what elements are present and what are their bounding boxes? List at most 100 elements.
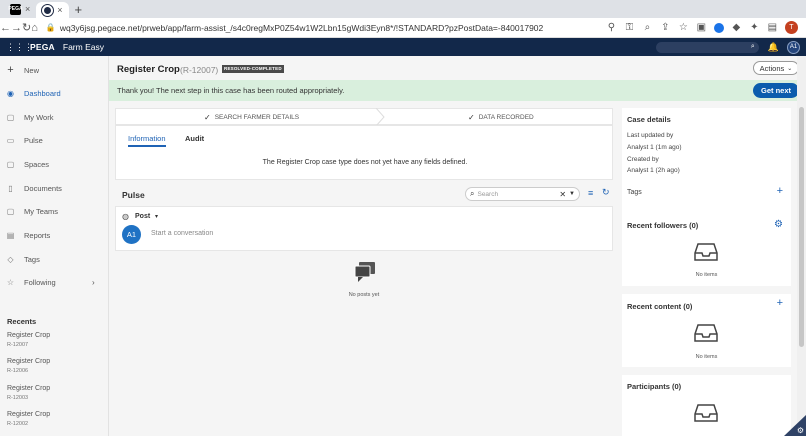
sidebar-item-my-work[interactable]: ▢ My Work [6, 113, 54, 122]
no-fields-message: The Register Crop case type does not yet… [262, 159, 468, 166]
stage-label: DATA RECORDED [478, 114, 534, 121]
refresh-icon[interactable]: ↻ [602, 187, 610, 198]
teams-icon: ▢ [6, 207, 15, 216]
sidebar-item-spaces[interactable]: ▢ Spaces [6, 160, 49, 169]
sidebar-item-dashboard[interactable]: ◉ Dashboard [6, 89, 61, 98]
recents-title: Recents [7, 317, 37, 326]
extension-blue-icon[interactable] [713, 22, 724, 33]
conversation-input[interactable]: Start a conversation [151, 230, 213, 237]
filter-icon[interactable]: ≡ [588, 188, 593, 198]
add-content-plus-icon[interactable]: + [777, 297, 783, 309]
stage-separator-chevron [375, 108, 385, 126]
app-name: Farm Easy [62, 42, 104, 52]
actions-label: Actions [759, 63, 785, 73]
recent-item-title: Register Crop [7, 358, 51, 365]
sidebar-item-label: Documents [24, 184, 62, 193]
back-icon[interactable]: ← [0, 22, 11, 34]
tab-close-icon[interactable]: × [57, 5, 62, 15]
post-type-dropdown[interactable]: Post [135, 213, 150, 220]
recent-content-title: Recent content (0) [627, 302, 693, 311]
extension-dark-icon[interactable]: ◆ [731, 22, 742, 33]
sidebar-item-tags[interactable]: ◇ Tags [6, 255, 40, 264]
recent-item-id: R-12006 [7, 368, 29, 374]
empty-tray-icon [694, 324, 718, 342]
app-header: ⋮⋮⋮ PEGA Farm Easy ⌕ 🔔 A1 [0, 38, 806, 56]
case-title: Register Crop [117, 64, 180, 75]
stage-search-farmer-details: ✓ SEARCH FARMER DETAILS [204, 113, 299, 122]
documents-icon: ▯ [8, 184, 13, 193]
recent-followers-title: Recent followers (0) [627, 221, 699, 230]
forward-icon[interactable]: → [11, 22, 22, 34]
extensions-puzzle-icon[interactable]: ✦ [749, 22, 760, 33]
new-tab-button[interactable]: + [75, 2, 83, 17]
sidebar-item-documents[interactable]: ▯ Documents [6, 184, 62, 193]
get-next-button[interactable]: Get next [753, 83, 799, 98]
status-badge: RESOLVED-COMPLETED [222, 65, 284, 73]
recent-item[interactable]: Register Crop R-12003 [7, 385, 50, 401]
bookmark-star-icon[interactable]: ☆ [678, 22, 689, 33]
tab-close-icon[interactable]: × [25, 4, 30, 14]
home-icon[interactable]: ⌂ [31, 22, 38, 34]
plus-icon: + [7, 64, 14, 76]
gear-icon: ⚙ [796, 426, 804, 435]
reports-icon: ▤ [6, 231, 15, 240]
reload-icon[interactable]: ↻ [22, 21, 31, 34]
browser-tab-active[interactable]: × [36, 2, 69, 18]
sidebar-item-reports[interactable]: ▤ Reports [6, 231, 51, 240]
pulse-title: Pulse [122, 190, 145, 200]
browser-toolbar: ← → ↻ ⌂ 🔒 wq3y6jsg.pegace.net/prweb/app/… [0, 18, 806, 38]
header-search-input[interactable]: ⌕ [655, 41, 759, 53]
reading-list-icon[interactable]: ▤ [767, 22, 778, 33]
actions-button[interactable]: Actions ⌄ [753, 61, 799, 75]
key-icon[interactable]: ⚿ [624, 22, 635, 33]
sidebar-item-label: New [24, 65, 40, 75]
search-icon: ⌕ [470, 189, 475, 198]
empty-tray-icon [694, 404, 718, 422]
recent-item[interactable]: Register Crop R-12006 [7, 358, 50, 374]
recent-item[interactable]: Register Crop R-12007 [7, 332, 50, 348]
lock-icon[interactable]: 🔒 [46, 23, 56, 32]
chevron-right-icon[interactable]: › [92, 278, 95, 287]
participants-title: Participants (0) [627, 382, 682, 391]
user-avatar[interactable]: A1 [787, 40, 800, 54]
recent-item[interactable]: Register Crop R-12002 [7, 411, 50, 427]
sidebar-item-my-teams[interactable]: ▢ My Teams [6, 207, 58, 216]
avatar: A1 [122, 225, 141, 244]
sidebar-item-pulse[interactable]: ▭ Pulse [6, 136, 43, 145]
location-icon[interactable]: ⚲ [606, 22, 617, 33]
tab-information[interactable]: Information [128, 134, 166, 147]
chevron-down-icon: ⌄ [787, 65, 793, 72]
share-icon[interactable]: ⇪ [660, 22, 671, 33]
pulse-search-input[interactable]: ⌕ Search ✕ ▼ [465, 187, 580, 201]
zoom-icon[interactable]: ⌕ [642, 22, 653, 33]
no-posts-message: No posts yet [348, 292, 380, 298]
scrollbar-thumb[interactable] [799, 107, 804, 347]
notifications-bell-icon[interactable]: 🔔 [768, 42, 779, 53]
sidebar-item-label: Tags [24, 255, 40, 264]
sidebar-item-new[interactable]: + New [6, 64, 39, 76]
spaces-icon: ▢ [6, 160, 15, 169]
address-bar[interactable]: 🔒 wq3y6jsg.pegace.net/prweb/app/farm-ass… [46, 23, 606, 33]
pega-logo: PEGA [30, 42, 55, 52]
sidebar-item-following[interactable]: ☆ Following [6, 278, 56, 287]
recent-item-id: R-12002 [7, 421, 29, 427]
sidebar-item-label: Reports [24, 231, 51, 240]
clear-icon[interactable]: ✕ [559, 190, 566, 199]
sidebar-item-label: Following [24, 278, 56, 287]
browser-extensions: ⚲ ⚿ ⌕ ⇪ ☆ ▣ ◆ ✦ ▤ T ⋮ [606, 21, 806, 34]
app-switcher-grid-icon[interactable]: ⋮⋮⋮ [6, 42, 33, 53]
browser-tab-pega[interactable]: PEGA × [4, 1, 36, 17]
stage-label: SEARCH FARMER DETAILS [214, 114, 300, 121]
extension-icon[interactable]: ▣ [696, 22, 707, 33]
caret-down-icon[interactable]: ▼ [569, 191, 575, 197]
tab-audit[interactable]: Audit [185, 134, 204, 143]
caret-down-icon[interactable]: ▾ [155, 213, 158, 220]
profile-avatar[interactable]: T [784, 21, 798, 34]
empty-tray-icon [694, 243, 718, 261]
recent-item-title: Register Crop [7, 411, 51, 418]
browser-tab-strip: PEGA × × + [0, 0, 806, 18]
add-tag-plus-icon[interactable]: + [777, 185, 783, 197]
gear-icon[interactable]: ⚙ [774, 219, 783, 230]
case-id: (R-12007) [180, 65, 219, 75]
sidebar: + New ◉ Dashboard ▢ My Work ▭ Pulse ▢ Sp… [0, 56, 109, 436]
